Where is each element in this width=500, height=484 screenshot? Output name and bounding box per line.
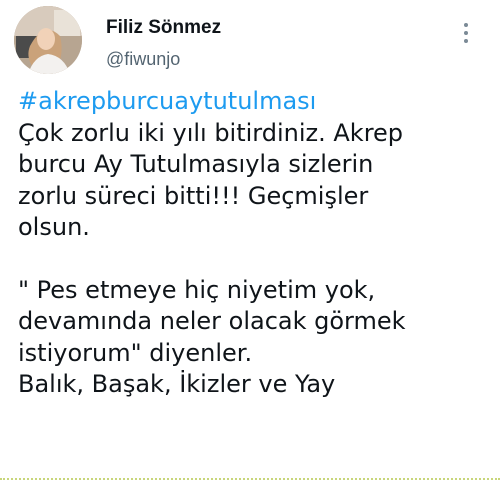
profile-photo-icon	[14, 6, 82, 74]
tweet-line: Balık, Başak, İkizler ve Yay	[18, 370, 336, 398]
tweet-line: olsun.	[18, 213, 90, 241]
tweet-line: Çok zorlu iki yılı bitirdiniz. Akrep	[18, 118, 404, 147]
tweet-line: devamında neler olacak görmek	[18, 307, 406, 335]
tweet-line: zorlu süreci bitti!!! Geçmişler	[18, 181, 369, 210]
tweet-line: " Pes etmeye hiç niyetim yok,	[18, 275, 376, 304]
vertical-ellipsis-icon	[464, 23, 468, 43]
author-display-name[interactable]: Filiz Sönmez	[106, 16, 221, 40]
author-block: Filiz Sönmez @fiwunjo	[106, 16, 221, 70]
tweet-text: #akrepburcuaytutulması Çok zorlu iki yıl…	[18, 86, 488, 401]
tweet-line: istiyorum" diyenler.	[18, 338, 253, 367]
author-handle[interactable]: @fiwunjo	[106, 48, 221, 70]
tweet-line: burcu Ay Tutulmasıyla sizlerin	[18, 150, 374, 178]
tweet-card[interactable]: Filiz Sönmez @fiwunjo #akrepburcuaytutul…	[0, 0, 500, 484]
crop-edge-divider	[0, 478, 500, 481]
more-options-button[interactable]	[452, 18, 480, 48]
avatar[interactable]	[14, 6, 82, 74]
hashtag-link[interactable]: #akrepburcuaytutulması	[18, 86, 488, 118]
